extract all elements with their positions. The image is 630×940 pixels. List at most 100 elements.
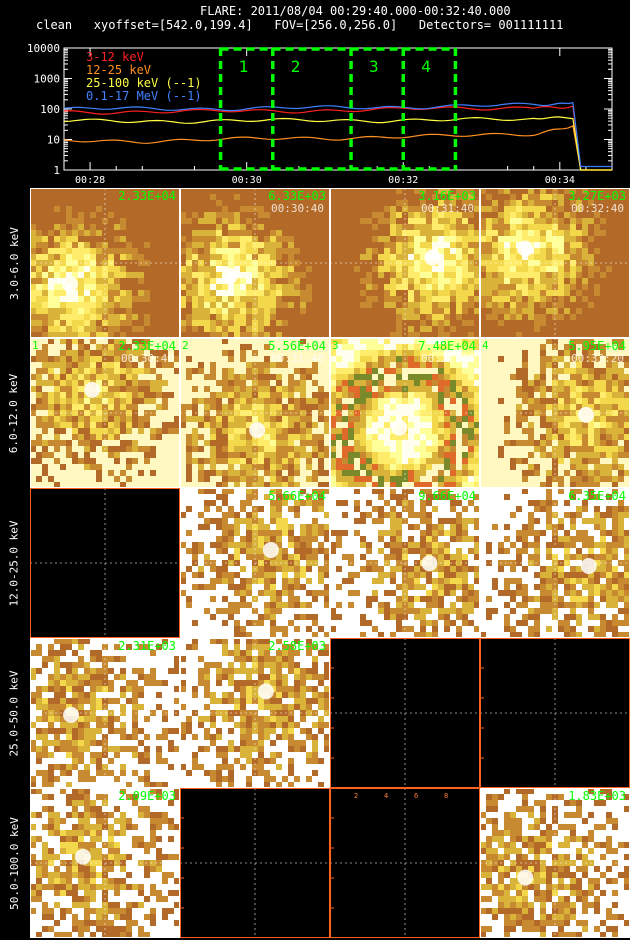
pixel (366, 440, 372, 446)
pixel (372, 254, 378, 260)
pixel (462, 452, 468, 458)
pixel (234, 224, 240, 230)
pixel (594, 314, 600, 320)
pixel (516, 314, 522, 320)
pixel (156, 314, 162, 320)
pixel (288, 524, 294, 530)
pixel (354, 476, 360, 482)
pixel (78, 266, 84, 272)
pixel (54, 218, 60, 224)
pixel (36, 242, 42, 248)
pixel (138, 326, 144, 332)
pixel (84, 296, 90, 302)
pixel (246, 386, 252, 392)
pixel (594, 374, 600, 380)
pixel (510, 374, 516, 380)
pixel (144, 230, 150, 236)
pixel (210, 362, 216, 368)
pixel (594, 386, 600, 392)
pixel (138, 320, 144, 326)
pixel (48, 248, 54, 254)
pixel (282, 416, 288, 422)
pixel (222, 572, 228, 578)
pixel (258, 302, 264, 308)
pixel (438, 326, 444, 332)
pixel (384, 272, 390, 278)
pixel (492, 200, 498, 206)
pixel (228, 374, 234, 380)
pixel (276, 254, 282, 260)
pixel (276, 428, 282, 434)
pixel (198, 464, 204, 470)
pixel (360, 218, 366, 224)
pixel (348, 458, 354, 464)
pixel (366, 380, 372, 386)
pixel (348, 308, 354, 314)
pixel (492, 236, 498, 242)
pixel (60, 242, 66, 248)
pixel (264, 284, 270, 290)
pixel (120, 266, 126, 272)
interval-label: 3 (369, 57, 379, 76)
pixel (528, 224, 534, 230)
pixel (282, 524, 288, 530)
pixel (516, 368, 522, 374)
pixel (408, 308, 414, 314)
pixel (426, 326, 432, 332)
pixel (264, 572, 270, 578)
pixel (264, 386, 270, 392)
pixel (426, 272, 432, 278)
pixel (42, 464, 48, 470)
pixel (72, 200, 78, 206)
pixel (108, 380, 114, 386)
pixel (216, 542, 222, 548)
pixel (108, 206, 114, 212)
pixel (222, 302, 228, 308)
pixel (234, 218, 240, 224)
pixel (510, 194, 516, 200)
pixel (588, 272, 594, 278)
pixel (66, 266, 72, 272)
pixel (570, 236, 576, 242)
pixel (198, 278, 204, 284)
pixel (468, 230, 474, 236)
pixel (438, 548, 444, 554)
pixel (486, 224, 492, 230)
pixel (438, 452, 444, 458)
pixel (432, 530, 438, 536)
pixel (54, 290, 60, 296)
pixel (462, 566, 468, 572)
pixel (288, 236, 294, 242)
pixel (48, 320, 54, 326)
pixel (462, 380, 468, 386)
pixel (294, 236, 300, 242)
pixel (450, 392, 456, 398)
pixel (54, 224, 60, 230)
pixel (72, 308, 78, 314)
pixel (294, 398, 300, 404)
pixel (132, 320, 138, 326)
pixel (426, 404, 432, 410)
pixel (582, 242, 588, 248)
pixel (228, 506, 234, 512)
pixel (522, 320, 528, 326)
pixel (582, 308, 588, 314)
pixel (96, 284, 102, 290)
pixel (54, 398, 60, 404)
pixel (312, 380, 318, 386)
pixel (96, 362, 102, 368)
pixel (312, 296, 318, 302)
pixel (156, 308, 162, 314)
pixel (42, 368, 48, 374)
pixel (450, 248, 456, 254)
pixel (144, 380, 150, 386)
pixel (576, 380, 582, 386)
pixel (450, 524, 456, 530)
pixel (216, 452, 222, 458)
pixel (132, 386, 138, 392)
pixel (48, 416, 54, 422)
pixel (504, 422, 510, 428)
pixel (366, 278, 372, 284)
pixel (234, 254, 240, 260)
pixel (594, 308, 600, 314)
